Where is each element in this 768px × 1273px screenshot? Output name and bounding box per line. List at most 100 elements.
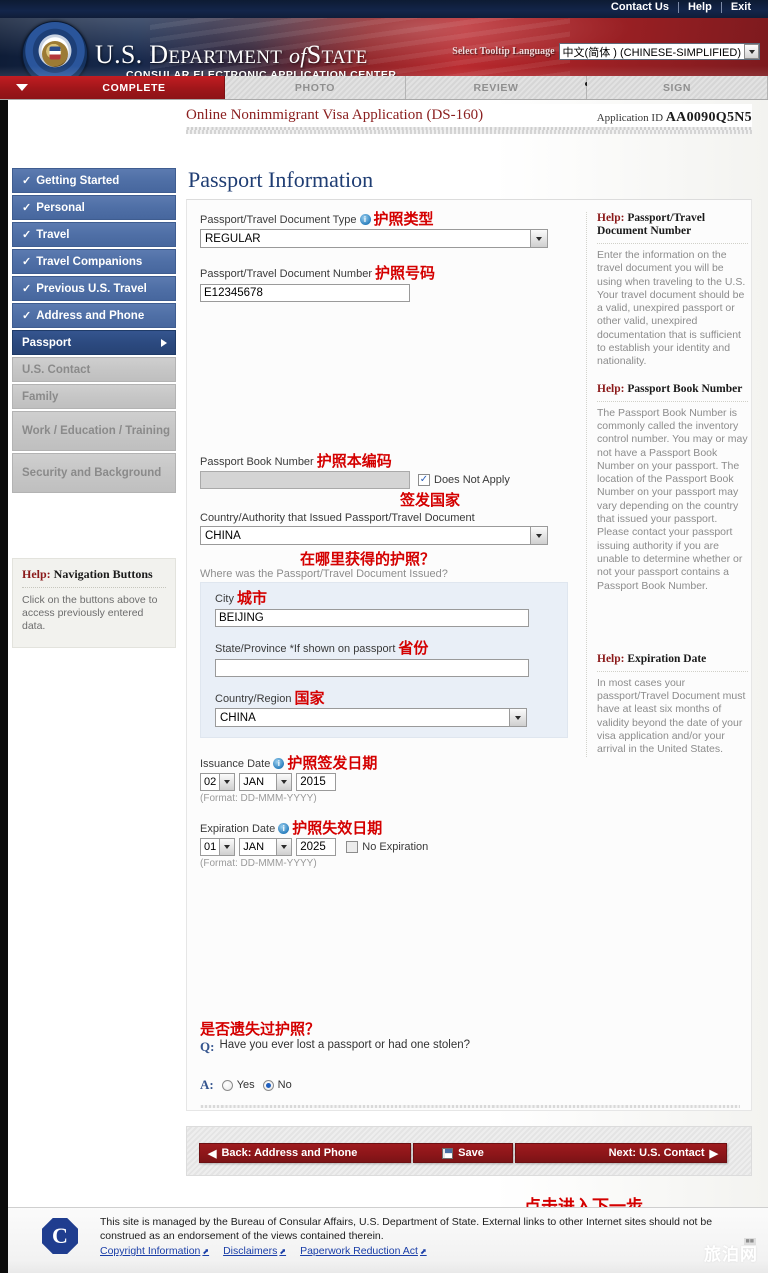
info-icon[interactable]: i	[359, 214, 371, 225]
book-number-input[interactable]	[200, 471, 410, 489]
radio-icon[interactable]	[262, 1079, 274, 1091]
sidebar-item-previous-us-travel[interactable]: ✓ Previous U.S. Travel	[12, 276, 176, 301]
chevron-down-icon[interactable]	[276, 839, 292, 855]
tabstrip-expand-arrow[interactable]	[0, 76, 44, 99]
next-button[interactable]: Next: U.S. Contact ▶	[515, 1143, 727, 1163]
checkbox-icon[interactable]: ✓	[346, 841, 359, 853]
sidebar-item-us-contact[interactable]: U.S. Contact	[12, 357, 176, 382]
info-icon[interactable]: i	[278, 823, 290, 834]
chevron-down-icon[interactable]	[530, 527, 547, 544]
chevron-down-icon[interactable]	[530, 230, 547, 247]
help-title: Help: Passport/Travel Document Number	[597, 212, 748, 244]
field-issuing-country: Country/Authority that Issued Passport/T…	[200, 512, 580, 545]
state-input[interactable]	[215, 659, 529, 677]
question-text: Have you ever lost a passport or had one…	[219, 1039, 471, 1051]
field-document-type-label-row: Passport/Travel Document Type i 护照类型	[200, 212, 580, 227]
sidebar-item-passport[interactable]: Passport	[12, 330, 176, 355]
sidebar-item-label: Getting Started	[36, 174, 120, 187]
sidebar-item-label: Travel	[36, 228, 70, 241]
save-button[interactable]: Save	[413, 1143, 513, 1163]
expiration-day-value: 01	[204, 841, 217, 853]
field-book-number-label: Passport Book Number	[200, 455, 314, 468]
city-input[interactable]	[215, 609, 529, 627]
annotation-city: 城市	[236, 589, 267, 607]
chevron-down-icon[interactable]	[744, 44, 759, 59]
annotation-document-number: 护照号码	[375, 264, 436, 282]
chevron-down-icon[interactable]	[219, 839, 235, 855]
sidebar-item-travel[interactable]: ✓ Travel	[12, 222, 176, 247]
info-icon[interactable]: i	[273, 758, 285, 769]
floppy-disk-icon	[442, 1147, 454, 1159]
field-expiration-date-label: Expiration Date	[200, 822, 276, 835]
field-issuing-country-label-row: Country/Authority that Issued Passport/T…	[200, 512, 580, 524]
utility-links: Contact Us Help Exit	[602, 1, 760, 13]
application-id: Application ID AA0090Q5N5	[597, 110, 752, 126]
expiration-month-select[interactable]: JAN	[239, 838, 293, 856]
language-dropdown[interactable]: 中文(简体 ) (CHINESE-SIMPLIFIED)	[558, 43, 760, 60]
contact-us-link[interactable]: Contact Us	[602, 1, 678, 13]
does-not-apply-checkbox-wrap[interactable]: ✓ Does Not Apply	[418, 474, 510, 486]
expiration-year-input[interactable]	[296, 838, 337, 856]
sidebar-item-label: Passport	[22, 336, 72, 349]
tab-sign[interactable]: SIGN	[587, 76, 768, 99]
expiration-day-select[interactable]: 01	[200, 838, 236, 856]
help-body: The Passport Book Number is commonly cal…	[597, 406, 748, 592]
radio-icon[interactable]	[221, 1079, 233, 1091]
issuance-year-input[interactable]	[296, 773, 337, 791]
title-part-of: of	[288, 43, 307, 68]
field-document-type: Passport/Travel Document Type i 护照类型 REG…	[200, 212, 580, 248]
help-word: Help:	[597, 382, 625, 395]
no-expiration-label: No Expiration	[362, 841, 429, 853]
document-type-select[interactable]: REGULAR	[200, 229, 548, 248]
radio-yes[interactable]: Yes	[221, 1079, 255, 1091]
sidebar-item-address-and-phone[interactable]: ✓ Address and Phone	[12, 303, 176, 328]
sidebar-item-personal[interactable]: ✓ Personal	[12, 195, 176, 220]
left-rail-decoration	[0, 100, 8, 1273]
issuance-month-value: JAN	[243, 776, 265, 788]
chevron-down-icon[interactable]	[219, 774, 235, 790]
title-part-s: S	[306, 40, 322, 69]
help-body: In most cases your passport/Travel Docum…	[597, 676, 746, 756]
tooltip-language-label: Select Tooltip Language	[452, 46, 555, 57]
chevron-right-icon	[161, 338, 167, 347]
country-region-value: CHINA	[220, 712, 256, 724]
issuance-day-select[interactable]: 02	[200, 773, 236, 791]
help-link[interactable]: Help	[679, 1, 721, 13]
sidebar-item-travel-companions[interactable]: ✓ Travel Companions	[12, 249, 176, 274]
radio-no[interactable]: No	[262, 1079, 292, 1091]
issuance-month-select[interactable]: JAN	[239, 773, 293, 791]
tab-photo[interactable]: PHOTO	[225, 76, 406, 99]
annotation-state: 省份	[398, 639, 429, 657]
sidebar-item-getting-started[interactable]: ✓ Getting Started	[12, 168, 176, 193]
sidebar-item-work-education-training[interactable]: Work / Education / Training	[12, 411, 176, 451]
sidebar-item-family[interactable]: Family	[12, 384, 176, 409]
help-title-rest: Passport Book Number	[624, 382, 743, 395]
tab-sign-label: SIGN	[662, 81, 692, 94]
tab-complete[interactable]: COMPLETE	[44, 76, 225, 99]
sidebar-item-security-and-background[interactable]: Security and Background	[12, 453, 176, 493]
paperwork-reduction-act-link[interactable]: Paperwork Reduction Act ⬈	[300, 1245, 427, 1259]
checkbox-icon[interactable]: ✓	[418, 474, 430, 486]
copyright-information-link[interactable]: Copyright Information ⬈	[100, 1245, 209, 1259]
exit-link[interactable]: Exit	[722, 1, 760, 13]
chevron-down-icon[interactable]	[276, 774, 292, 790]
annotation-where-issued: 在哪里获得的护照？	[300, 550, 436, 568]
external-link-icon: ⬈	[279, 1247, 287, 1256]
check-icon: ✓	[22, 256, 32, 268]
disclaimers-link[interactable]: Disclaimers ⬈	[223, 1245, 286, 1259]
application-form-title: Online Nonimmigrant Visa Application (DS…	[186, 107, 484, 123]
annotation-issuing-country: 签发国家	[400, 491, 461, 509]
save-button-label: Save	[458, 1147, 484, 1159]
field-issuing-country-label: Country/Authority that Issued Passport/T…	[200, 512, 475, 524]
chevron-down-icon[interactable]	[509, 709, 526, 726]
tooltip-language-selector[interactable]: Select Tooltip Language 中文(简体 ) (CHINESE…	[452, 43, 760, 60]
no-expiration-checkbox-wrap[interactable]: ✓ No Expiration	[346, 841, 428, 853]
check-icon: ✓	[22, 283, 32, 295]
link-label: Disclaimers	[223, 1245, 278, 1257]
issuing-country-select[interactable]: CHINA	[200, 526, 548, 545]
back-button[interactable]: ◀ Back: Address and Phone	[199, 1143, 411, 1163]
country-region-select[interactable]: CHINA	[215, 708, 527, 727]
tab-review[interactable]: REVIEW	[406, 76, 589, 99]
annotation-country-region: 国家	[294, 689, 325, 707]
document-number-input[interactable]	[200, 284, 410, 302]
